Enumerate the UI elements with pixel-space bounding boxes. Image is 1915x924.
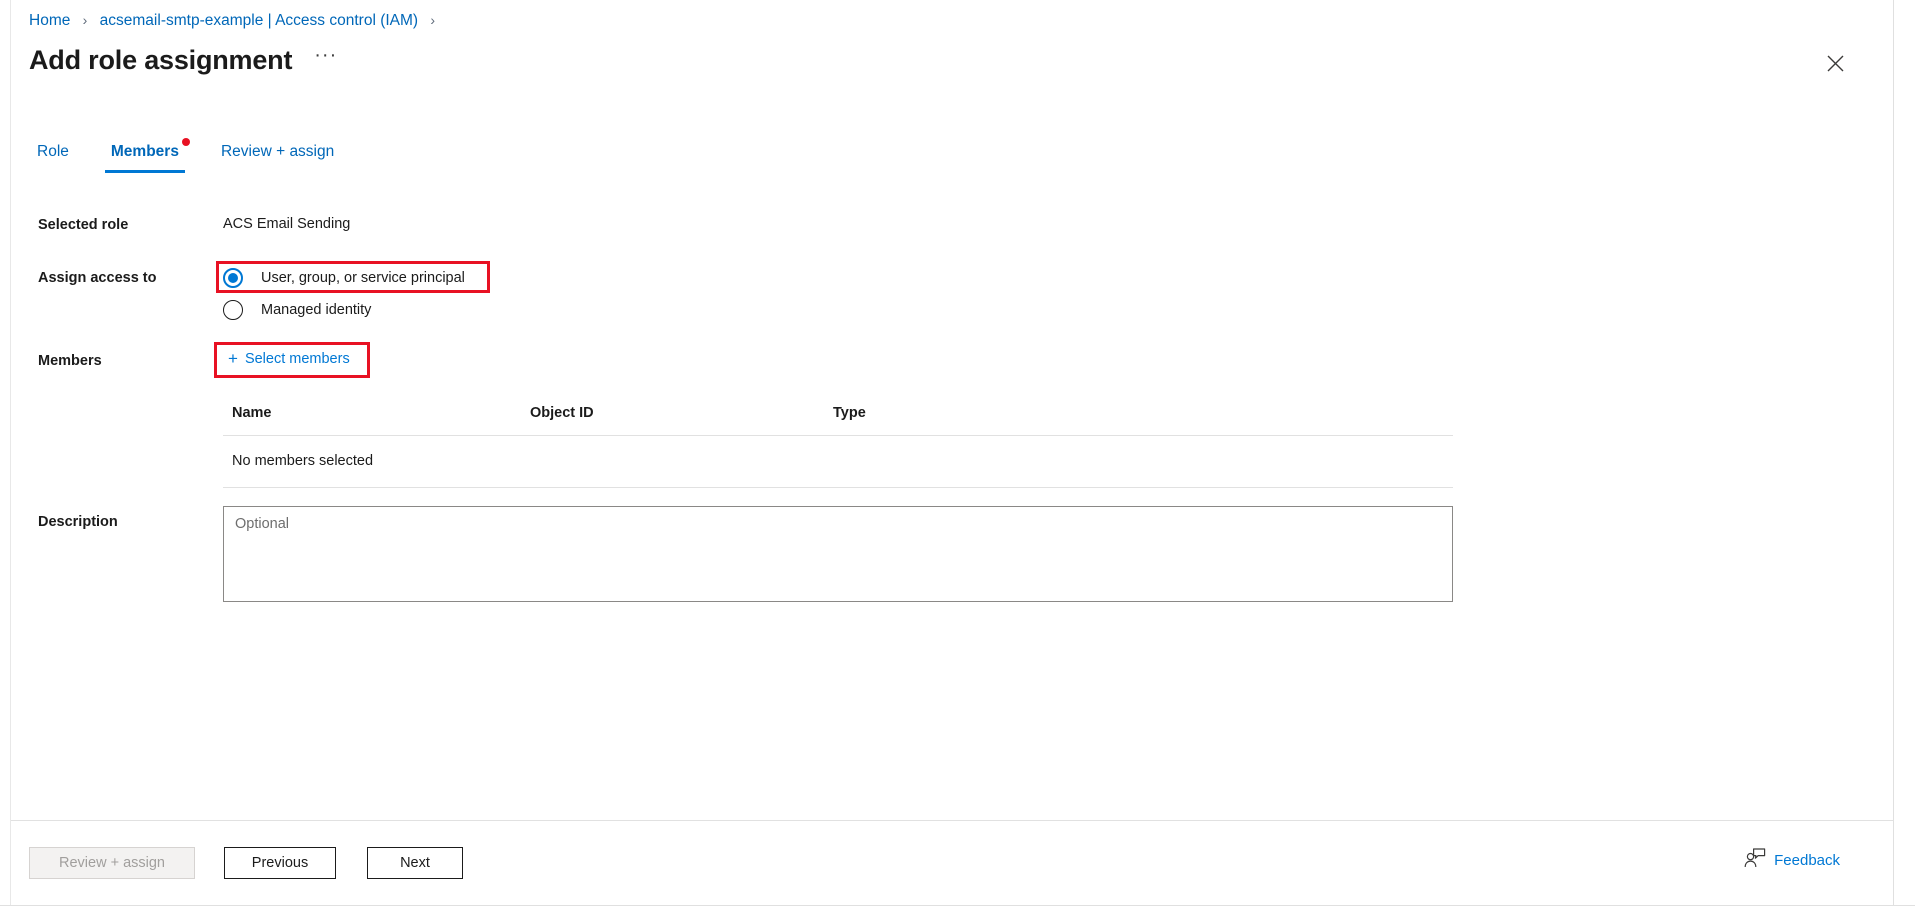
next-button[interactable]: Next — [367, 847, 463, 879]
radio-managed-identity-label: Managed identity — [261, 302, 371, 318]
radio-unselected-icon — [223, 300, 243, 320]
column-header-type: Type — [833, 405, 1133, 421]
radio-managed-identity[interactable]: Managed identity — [223, 294, 763, 326]
select-members-label: Select members — [245, 351, 350, 367]
breadcrumb-item-access-control[interactable]: acsemail-smtp-example | Access control (… — [100, 12, 418, 29]
more-options-icon[interactable]: ··· — [308, 46, 343, 64]
selected-role-label: Selected role — [38, 215, 128, 235]
review-assign-button[interactable]: Review + assign — [29, 847, 195, 879]
feedback-person-icon — [1744, 848, 1766, 873]
tab-role[interactable]: Role — [29, 143, 77, 173]
breadcrumb-separator-icon: › — [430, 12, 435, 28]
members-label: Members — [38, 351, 102, 371]
select-members-button[interactable]: + Select members — [223, 348, 355, 370]
breadcrumb-separator-icon: › — [83, 12, 88, 28]
members-table-header: Name Object ID Type — [223, 405, 1453, 435]
tab-members[interactable]: Members — [103, 143, 187, 173]
footer-bar: Review + assign Previous Next Feedback — [0, 821, 1893, 905]
column-header-object-id: Object ID — [530, 405, 833, 421]
members-table-empty-row: No members selected — [223, 435, 1453, 488]
radio-user-group-service-principal[interactable]: User, group, or service principal — [223, 262, 763, 294]
breadcrumb: Home › acsemail-smtp-example | Access co… — [29, 9, 443, 32]
assign-access-to-label: Assign access to — [38, 268, 156, 288]
selected-role-value: ACS Email Sending — [223, 214, 350, 234]
breadcrumb-item-home[interactable]: Home — [29, 12, 70, 29]
radio-user-group-service-principal-label: User, group, or service principal — [261, 270, 465, 286]
feedback-link[interactable]: Feedback — [1744, 848, 1840, 873]
members-table: Name Object ID Type No members selected — [223, 405, 1453, 488]
plus-icon: + — [228, 352, 238, 366]
page-title: Add role assignment — [29, 42, 292, 78]
close-icon[interactable] — [1818, 46, 1852, 80]
title-row: Add role assignment ··· — [29, 42, 343, 78]
tab-members-required-dot-icon — [182, 138, 190, 146]
wizard-tabs: Role Members Review + assign — [29, 143, 368, 173]
feedback-label: Feedback — [1774, 852, 1840, 869]
description-label: Description — [38, 512, 118, 532]
tab-review-assign[interactable]: Review + assign — [213, 143, 342, 173]
previous-button[interactable]: Previous — [224, 847, 336, 879]
assign-access-to-radio-group: User, group, or service principal Manage… — [223, 262, 763, 326]
column-header-name: Name — [223, 405, 530, 421]
tab-role-label: Role — [37, 143, 69, 160]
add-role-assignment-panel: Home › acsemail-smtp-example | Access co… — [0, 0, 1915, 924]
tab-members-label: Members — [111, 143, 179, 160]
description-input[interactable] — [223, 506, 1453, 602]
panel-right-edge — [1893, 0, 1915, 905]
radio-selected-icon — [223, 268, 243, 288]
tab-review-assign-label: Review + assign — [221, 143, 334, 160]
panel-left-edge — [0, 0, 11, 905]
panel-bottom-edge — [0, 905, 1915, 924]
